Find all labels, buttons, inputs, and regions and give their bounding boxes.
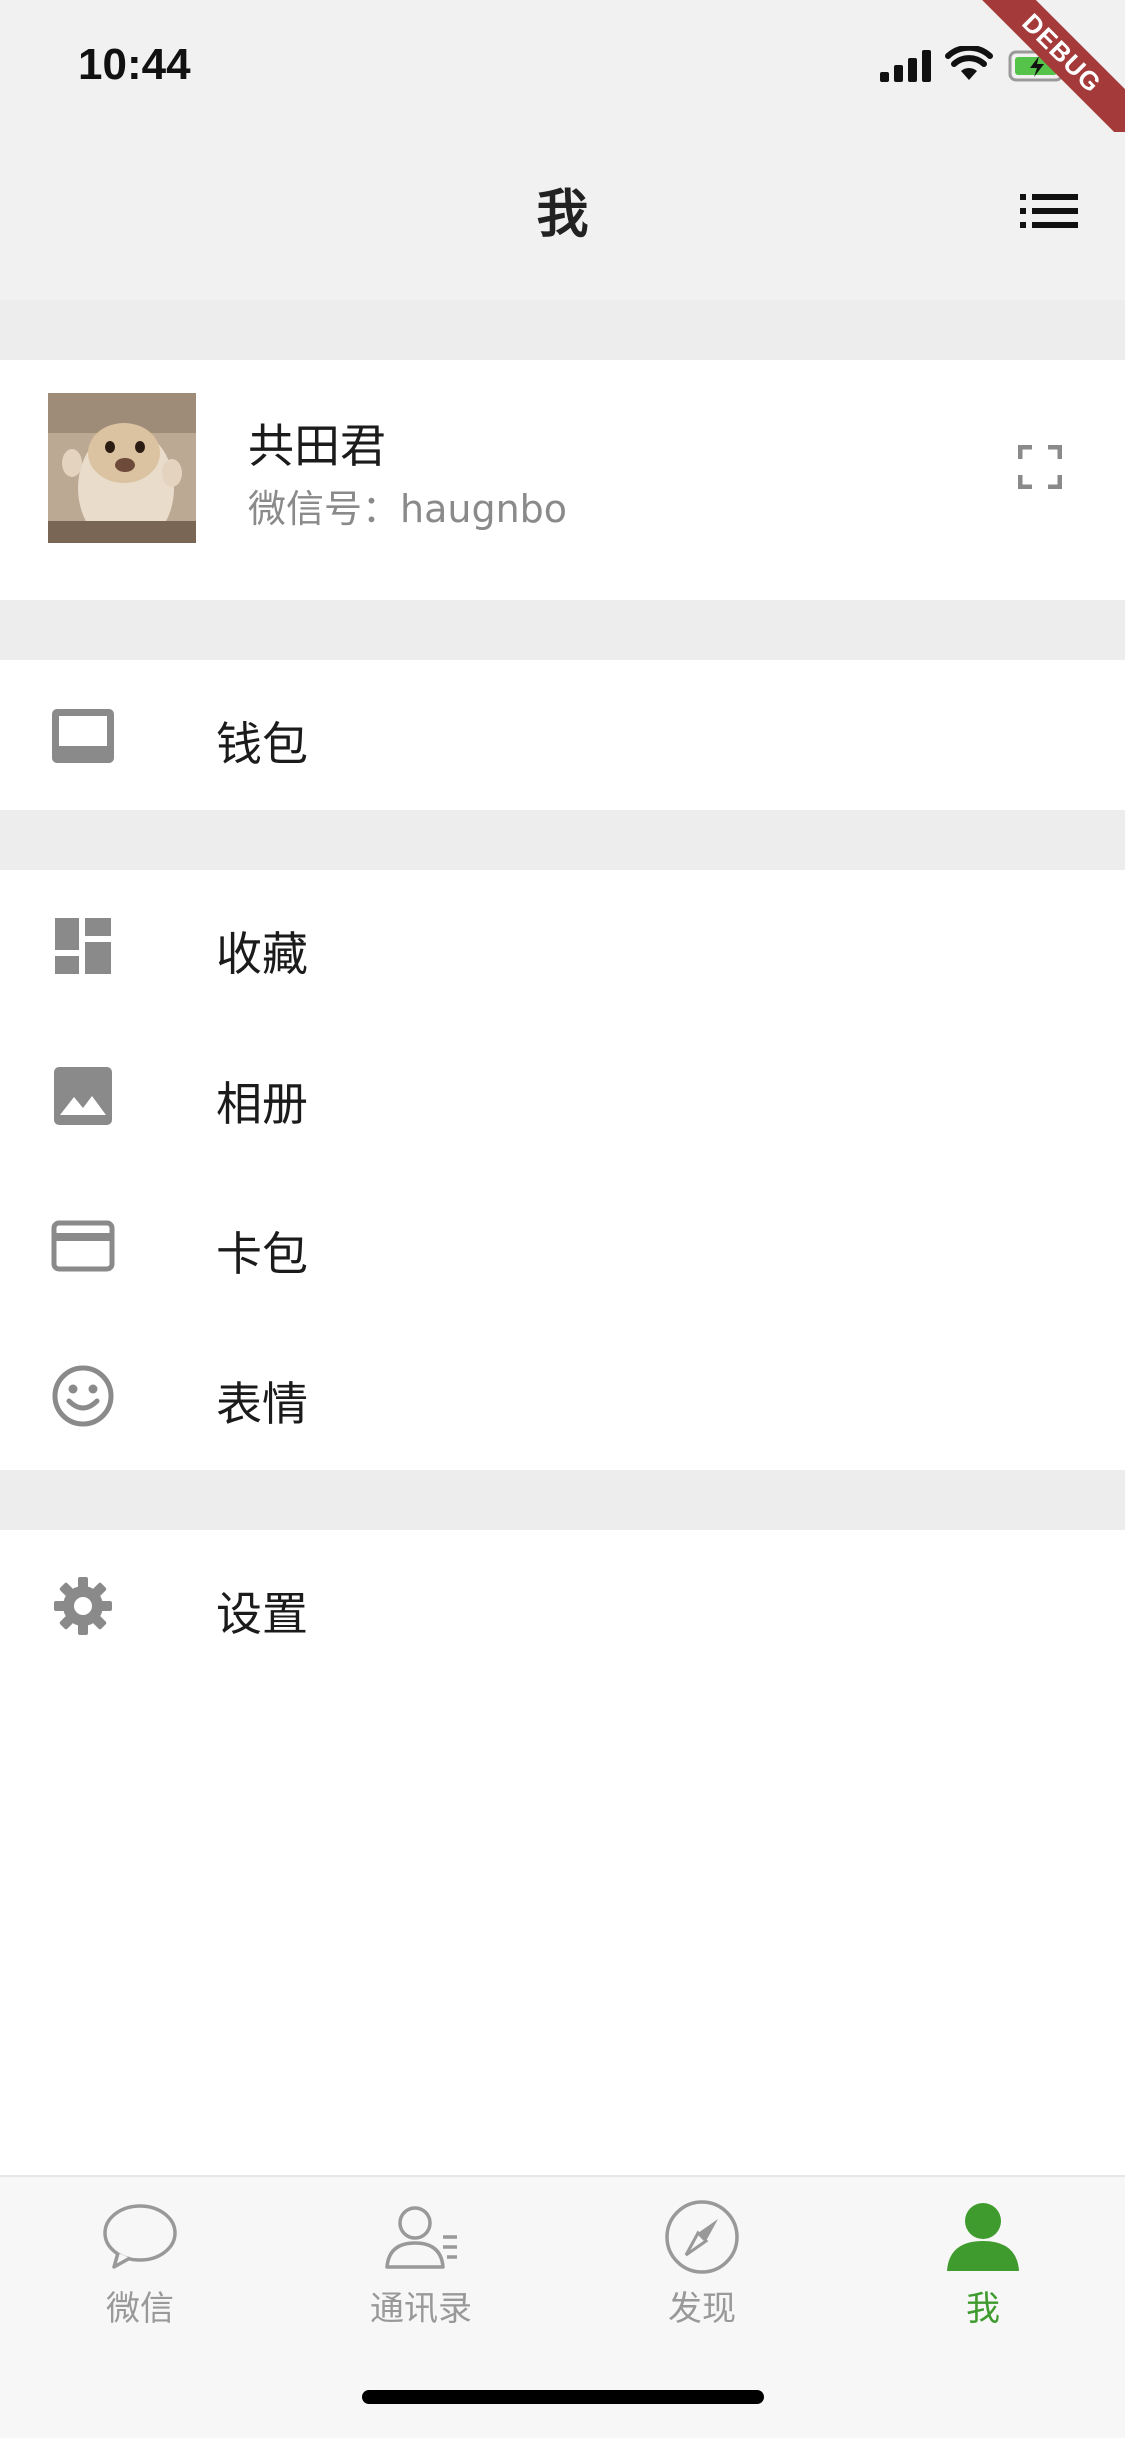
home-indicator (362, 2390, 764, 2404)
tab-label: 我 (966, 2289, 1000, 2329)
profile-name: 共田君 (248, 419, 386, 473)
tab-me[interactable]: 我 (893, 2197, 1073, 2330)
section-divider (0, 1470, 1125, 1530)
tab-contacts[interactable]: 通讯录 (331, 2197, 511, 2330)
tab-label: 微信 (106, 2289, 174, 2329)
wallet-icon (52, 709, 114, 763)
main-menu-section: 收藏 相册 卡包 表情 (0, 870, 1125, 1470)
menu-item-label: 设置 (216, 1587, 308, 1641)
menu-item-label: 相册 (216, 1077, 308, 1131)
compass-icon (665, 2200, 739, 2274)
tab-label: 发现 (668, 2289, 736, 2329)
menu-item-album[interactable]: 相册 (0, 1020, 1125, 1170)
credit-card-icon (51, 1220, 115, 1272)
menu-item-label: 收藏 (216, 927, 308, 981)
tab-discover[interactable]: 发现 (612, 2197, 792, 2330)
wallet-section: 钱包 (0, 660, 1125, 810)
menu-item-stickers[interactable]: 表情 (0, 1320, 1125, 1470)
tab-wechat[interactable]: 微信 (50, 2197, 230, 2330)
chat-bubble-icon (103, 2204, 177, 2269)
smiley-icon (52, 1365, 114, 1427)
avatar[interactable] (48, 393, 196, 543)
tab-label: 通讯录 (370, 2289, 472, 2329)
image-icon (54, 1067, 112, 1125)
wechat-id: 微信号：haugnbo (248, 487, 568, 531)
settings-section: 设置 (0, 1530, 1125, 1680)
qr-scan-icon[interactable] (1018, 445, 1062, 489)
menu-item-label: 钱包 (216, 717, 308, 771)
menu-item-label: 表情 (216, 1377, 308, 1431)
list-icon[interactable] (1020, 194, 1078, 228)
page-title: 我 (536, 185, 589, 245)
dashboard-icon (55, 918, 111, 974)
profile-card[interactable]: 共田君 微信号：haugnbo (0, 360, 1125, 600)
section-divider (0, 810, 1125, 870)
section-divider (0, 600, 1125, 660)
status-bar: 10:44 DEBUG (0, 0, 1125, 155)
gear-icon (54, 1577, 112, 1635)
menu-item-favorites[interactable]: 收藏 (0, 870, 1125, 1020)
menu-item-cards[interactable]: 卡包 (0, 1170, 1125, 1320)
signal-icon (880, 50, 931, 82)
status-time: 10:44 (78, 40, 191, 89)
menu-item-wallet[interactable]: 钱包 (0, 660, 1125, 810)
nav-bar: 我 (0, 132, 1125, 300)
contacts-icon (385, 2206, 457, 2269)
menu-item-settings[interactable]: 设置 (0, 1530, 1125, 1680)
person-icon (947, 2203, 1019, 2271)
avatar-hamster-icon (48, 393, 196, 543)
wifi-icon (945, 46, 993, 80)
section-divider (0, 300, 1125, 360)
menu-item-label: 卡包 (216, 1227, 308, 1281)
